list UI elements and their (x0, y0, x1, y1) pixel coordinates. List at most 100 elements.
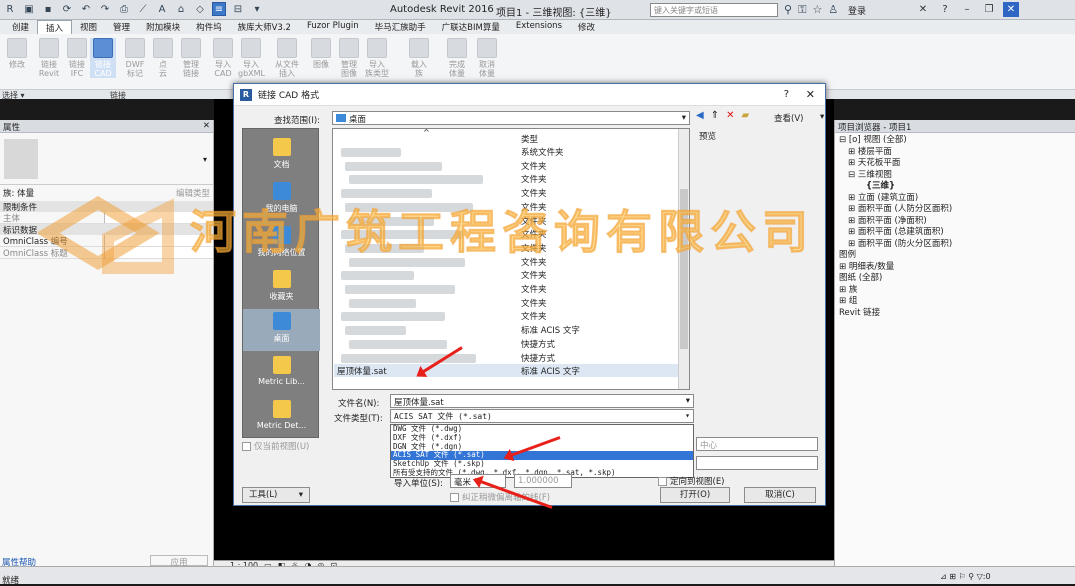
ribbon-button[interactable]: 导入 gbXML (238, 38, 265, 78)
section-icon[interactable]: ◇ (193, 2, 207, 16)
undo-icon[interactable]: ↶ (79, 2, 93, 16)
browser-tree-item[interactable]: ⊟ [o] 视图 (全部) (839, 135, 1071, 147)
ribbon-tab[interactable]: 插入 (37, 20, 73, 34)
restore-icon[interactable]: ❐ (981, 2, 997, 17)
browser-tree-item[interactable]: ⊞ 楼层平面 (839, 147, 1071, 159)
ribbon-button[interactable]: 从文件 插入 (274, 38, 300, 78)
up-folder-icon[interactable]: ⇑ (711, 110, 719, 121)
place-item[interactable]: 桌面 (243, 309, 320, 351)
new-folder-icon[interactable]: ▰ (741, 110, 749, 121)
ribbon-button[interactable]: 载入 族 (406, 38, 432, 78)
ribbon-button[interactable]: 取消 体量 (474, 38, 500, 78)
file-name-blurred[interactable] (341, 271, 414, 281)
cancel-button[interactable]: 取消(C) (744, 487, 816, 503)
user-icon[interactable]: ♙ (828, 3, 838, 17)
save-icon[interactable]: ▪ (41, 2, 55, 16)
select-dropdown[interactable]: 选择 ▾ (2, 90, 25, 101)
ribbon-tab[interactable]: 视图 (72, 20, 105, 34)
open-icon[interactable]: ▣ (22, 2, 36, 16)
tools-button[interactable]: 工具(L) ▾ (242, 487, 310, 503)
browser-tree-item[interactable]: ⊞ 天花板平面 (839, 158, 1071, 170)
ribbon-button[interactable]: 导入 族类型 (364, 38, 390, 78)
text-icon[interactable]: A (155, 2, 169, 16)
browser-tree-item[interactable]: ⊞ 面积平面 (总建筑面积) (839, 227, 1071, 239)
current-view-only-checkbox[interactable]: 仅当前视图(U) (242, 440, 309, 452)
ribbon-tab[interactable]: 附加模块 (138, 20, 188, 34)
print-icon[interactable]: ⎙ (117, 2, 131, 16)
switch-windows-icon[interactable]: ⊟ (231, 2, 245, 16)
file-name-blurred[interactable] (349, 298, 416, 308)
file-name-blurred[interactable] (341, 312, 445, 322)
sync-icon[interactable]: ⟳ (60, 2, 74, 16)
place-item[interactable]: 文档 (243, 135, 320, 177)
help-icon[interactable]: ? (784, 89, 789, 100)
login-link[interactable]: 登录 (848, 4, 866, 17)
ribbon-button[interactable]: 链接 CAD (90, 38, 116, 78)
ribbon-button[interactable]: 管理 链接 (178, 38, 204, 78)
thin-lines-icon[interactable]: ≡ (212, 2, 226, 16)
positioning-select[interactable]: 中心 (696, 437, 818, 451)
file-name-blurred[interactable] (345, 285, 455, 294)
chevron-down-icon[interactable]: ▾ (820, 112, 824, 122)
file-name-blurred[interactable] (349, 175, 483, 185)
file-name-blurred[interactable] (349, 339, 447, 349)
ribbon-tab[interactable]: 管理 (105, 20, 138, 34)
filetype-select[interactable]: ACIS SAT 文件 (*.sat) ▾ (390, 409, 694, 423)
measure-icon[interactable]: ⟋ (136, 2, 150, 16)
file-name-blurred[interactable] (341, 148, 401, 157)
view-menu[interactable]: 查看(V) (774, 112, 803, 124)
browser-tree-item[interactable]: 图例 (839, 250, 1071, 262)
file-name-blurred[interactable] (341, 353, 476, 363)
binoculars-icon[interactable]: ⚲ (784, 3, 792, 17)
back-icon[interactable]: ◀ (696, 110, 704, 121)
search-input[interactable]: 键入关键字或短语 (650, 3, 778, 17)
exchange-icon[interactable]: ✕ (915, 2, 931, 17)
placement-select[interactable] (696, 456, 818, 470)
browser-tree-item[interactable]: {三维} (839, 181, 1071, 193)
apply-button[interactable]: 应用 (150, 555, 208, 568)
browser-tree-item[interactable]: ⊞ 族 (839, 285, 1071, 297)
browser-tree-item[interactable]: ⊞ 面积平面 (人防分区面积) (839, 204, 1071, 216)
help-icon[interactable]: ? (937, 2, 953, 17)
ribbon-button[interactable]: 导入 CAD (210, 38, 236, 78)
place-item[interactable]: Metric Det... (243, 397, 320, 439)
file-name-blurred[interactable] (345, 161, 442, 171)
close-icon[interactable]: ✕ (806, 88, 815, 101)
place-item[interactable]: Metric Lib... (243, 353, 320, 395)
selected-file-name[interactable]: 屋顶体量.sat (337, 365, 387, 377)
close-icon[interactable]: ✕ (1003, 2, 1019, 17)
ribbon-button[interactable]: 链接 Revit (36, 38, 62, 78)
open-button[interactable]: 打开(O) (660, 487, 730, 503)
favorites-icon[interactable]: ☆ (812, 3, 822, 17)
subscription-icon[interactable]: ⚿ (798, 3, 806, 17)
app-menu-icon[interactable]: R (3, 2, 17, 16)
ribbon-button[interactable]: 管理 图像 (336, 38, 362, 78)
view-3d-icon[interactable]: ⌂ (174, 2, 188, 16)
browser-tree-item[interactable]: ⊞ 组 (839, 296, 1071, 308)
place-item[interactable]: 收藏夹 (243, 267, 320, 309)
ribbon-button[interactable]: 完成 体量 (444, 38, 470, 78)
ribbon-tab[interactable]: 构件坞 (188, 20, 230, 34)
browser-tree-item[interactable]: ⊞ 面积平面 (防火分区面积) (839, 239, 1071, 251)
ribbon-tab[interactable]: 修改 (570, 20, 603, 34)
customize-qat-icon[interactable]: ▾ (250, 2, 264, 16)
browser-tree-item[interactable]: ⊞ 明细表/数量 (839, 262, 1071, 274)
browser-tree-item[interactable]: ⊞ 立面 (建筑立面) (839, 193, 1071, 205)
type-column-header[interactable]: 类型 (521, 133, 538, 145)
ribbon-button[interactable]: 修改 (4, 38, 30, 69)
minimize-icon[interactable]: – (959, 2, 975, 17)
file-name-blurred[interactable] (345, 326, 406, 336)
ribbon-tab[interactable]: Fuzor Plugin (299, 20, 367, 34)
look-in-combo[interactable]: 桌面 ▾ (332, 111, 690, 125)
browser-tree-item[interactable]: 图纸 (全部) (839, 273, 1071, 285)
chevron-down-icon[interactable]: ▾ (203, 155, 207, 164)
ribbon-tab[interactable]: Extensions (508, 20, 570, 34)
ribbon-tab[interactable]: 族库大师V3.2 (230, 20, 299, 34)
browser-tree-item[interactable]: ⊞ 面积平面 (净面积) (839, 216, 1071, 228)
ribbon-tab[interactable]: 毕马汇族助手 (367, 20, 434, 34)
ribbon-button[interactable]: DWF 标记 (122, 38, 148, 78)
redo-icon[interactable]: ↷ (98, 2, 112, 16)
ribbon-button[interactable]: 图像 (308, 38, 334, 69)
ribbon-button[interactable]: 点 云 (150, 38, 176, 78)
orient-view-checkbox[interactable]: 定向到视图(E) (658, 475, 725, 487)
